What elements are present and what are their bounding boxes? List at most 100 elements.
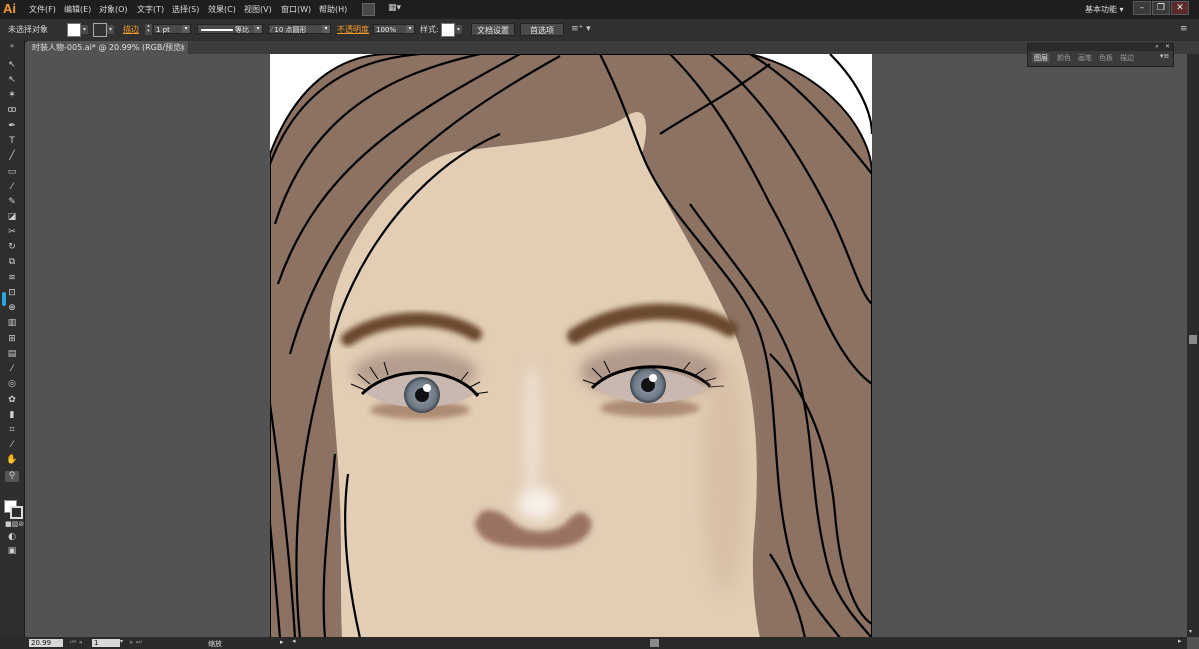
control-bar: 未选择对象 ▾ ▾ 描边 ▴ ▾ 1 pt ▾ 等比 ▾ ⁄ 10 点圆形 ▾ 不透明度… [0,19,1199,42]
type-tool-icon[interactable]: T [5,136,19,147]
scissors-tool-icon[interactable]: ✂ [5,227,19,238]
arrange-documents-icon[interactable]: ▦▾ [388,3,406,14]
first-artboard-icon[interactable]: ⏮ ◂ [70,638,82,647]
preferences-button[interactable]: 首选项 [520,23,564,36]
minimize-icon[interactable]: – [1133,1,1151,15]
tab-stroke[interactable]: 描边 [1120,53,1134,63]
tab-swatches[interactable]: 色板 [1099,53,1113,63]
scroll-down-arrow-icon[interactable]: ▾ [1189,628,1192,635]
stroke-weight-field[interactable]: 1 pt ▾ [153,24,191,34]
hand-tool-icon[interactable]: ✋ [5,455,19,466]
zoom-tool-icon[interactable]: ⚲ [5,471,19,482]
bridge-icon[interactable] [362,3,375,16]
stroke-dropdown-icon[interactable]: ▾ [107,25,114,34]
current-tool-status: 缩放 [208,640,222,648]
scale-tool-icon[interactable]: ⧉ [5,257,19,268]
shape-builder-tool-icon[interactable]: ⊕ [5,303,19,314]
left-eye-highlight [423,384,431,392]
menu-help[interactable]: 帮助(H) [319,4,347,15]
graphic-style-dropdown-icon[interactable]: ▾ [455,25,462,34]
menu-window[interactable]: 窗口(W) [281,4,311,15]
toolbar-drag-handle[interactable] [2,292,6,306]
stroke-weight-stepper[interactable]: ▴ ▾ [145,24,152,35]
tab-layers[interactable]: 图层 [1032,53,1050,63]
menu-select[interactable]: 选择(S) [172,4,199,15]
tab-close-icon[interactable]: × [179,41,186,54]
gradient-tool-icon[interactable]: ▤ [5,349,19,360]
opacity-label[interactable]: 不透明度 [337,24,369,35]
restore-icon[interactable]: ❐ [1152,1,1170,15]
document-tab-title: 时装人物-005.ai* @ 20.99% (RGB/预览) [32,43,185,52]
artboard-tool-icon[interactable]: ⌗ [5,425,19,436]
zoom-dropdown-icon[interactable]: ▾ [58,638,61,645]
free-transform-tool-icon[interactable]: ⊡ [5,288,19,299]
artboard[interactable] [270,54,872,638]
graphic-style-swatch[interactable] [441,23,455,37]
fill-swatch[interactable] [67,23,81,37]
vertical-scroll-thumb[interactable] [1189,335,1197,344]
style-label: 样式: [420,25,439,34]
brush-dropdown[interactable]: ⁄ 10 点圆形 ▾ [268,24,331,34]
stroke-swatch[interactable] [93,23,107,37]
collapse-panel-icon[interactable]: « [1155,43,1159,50]
close-window-icon[interactable]: ✕ [1171,1,1189,15]
pen-tool-icon[interactable]: ✒ [5,121,19,132]
opacity-field[interactable]: 100% ▾ [373,24,415,34]
pencil-tool-icon[interactable]: ✎ [5,197,19,208]
menu-file[interactable]: 文件(F) [29,4,56,15]
eyedropper-tool-icon[interactable]: ⁄ [5,364,19,375]
close-panel-icon[interactable]: ✕ [1165,43,1170,50]
fill-dropdown-icon[interactable]: ▾ [81,25,88,34]
artboard-number-field[interactable]: 1 [92,639,120,647]
eraser-tool-icon[interactable]: ◪ [5,212,19,223]
app-logo: Ai [3,1,16,16]
mesh-tool-icon[interactable]: ⊞ [5,334,19,345]
paintbrush-tool-icon[interactable]: ⁄ [5,182,19,193]
symbol-sprayer-tool-icon[interactable]: ✿ [5,395,19,406]
collapse-tools-icon[interactable]: » [5,41,19,52]
stroke-color-box[interactable] [10,506,23,519]
nose-tip-highlight [518,488,558,520]
direct-selection-tool-icon[interactable]: ↖ [5,75,19,86]
arrange-icon[interactable]: ≡⁺ ▾ [571,24,591,34]
document-tab[interactable]: 时装人物-005.ai* @ 20.99% (RGB/预览) × [27,41,188,54]
menu-object[interactable]: 对象(O) [99,4,128,15]
column-graph-tool-icon[interactable]: ▮ [5,410,19,421]
lasso-tool-icon[interactable]: ꝏ [5,105,19,116]
line-tool-icon[interactable]: ╱ [5,151,19,162]
panel-menu-icon[interactable]: ≡ [1180,24,1188,34]
stroke-label[interactable]: 描边 [123,24,139,35]
menu-edit[interactable]: 编辑(E) [64,4,91,15]
last-artboard-icon[interactable]: ▸ ⏭ [130,638,142,647]
horizontal-scroll-thumb[interactable] [650,639,659,647]
selection-tool-icon[interactable]: ↖ [5,60,19,71]
layers-panel: « ✕ 图层 颜色 画笔 色板 描边 ▾≡ [1027,43,1174,67]
tools-panel: » ↖ ↖ ✶ ꝏ ✒ T ╱ ▭ ⁄ ✎ ◪ ✂ ↻ ⧉ ≋ ⊡ ⊕ ▥ ⊞ … [0,41,25,637]
perspective-grid-tool-icon[interactable]: ▥ [5,318,19,329]
color-mode-icons[interactable]: ■▧⊘ [5,519,24,530]
panel-header[interactable] [1028,44,1173,51]
horizontal-scrollbar[interactable]: ◂ ▸ [290,637,1187,649]
tab-brushes[interactable]: 画笔 [1078,53,1092,63]
tab-color[interactable]: 颜色 [1057,53,1071,63]
menu-view[interactable]: 视图(V) [244,4,272,15]
menu-effect[interactable]: 效果(C) [208,4,236,15]
slice-tool-icon[interactable]: ⁄ [5,440,19,451]
scroll-left-arrow-icon[interactable]: ◂ [292,637,296,645]
warp-tool-icon[interactable]: ≋ [5,273,19,284]
screen-mode-icon[interactable]: ▣ [5,546,19,557]
workspace-switcher[interactable]: 基本功能 ▾ [1085,4,1124,15]
status-menu-arrow-icon[interactable]: ▸ [280,638,284,646]
blend-tool-icon[interactable]: ◎ [5,379,19,390]
stroke-profile-dropdown[interactable]: 等比 ▾ [197,24,263,34]
document-setup-button[interactable]: 文档设置 [471,23,515,36]
magic-wand-tool-icon[interactable]: ✶ [5,90,19,101]
artboard-dropdown-icon[interactable]: ▾ [120,638,123,645]
rectangle-tool-icon[interactable]: ▭ [5,167,19,178]
drawing-mode-icon[interactable]: ◐ [5,532,19,543]
rotate-tool-icon[interactable]: ↻ [5,242,19,253]
panel-options-icon[interactable]: ▾≡ [1160,52,1169,60]
vertical-scrollbar[interactable]: ▾ [1187,54,1199,637]
scroll-right-arrow-icon[interactable]: ▸ [1178,637,1182,645]
menu-type[interactable]: 文字(T) [137,4,164,15]
